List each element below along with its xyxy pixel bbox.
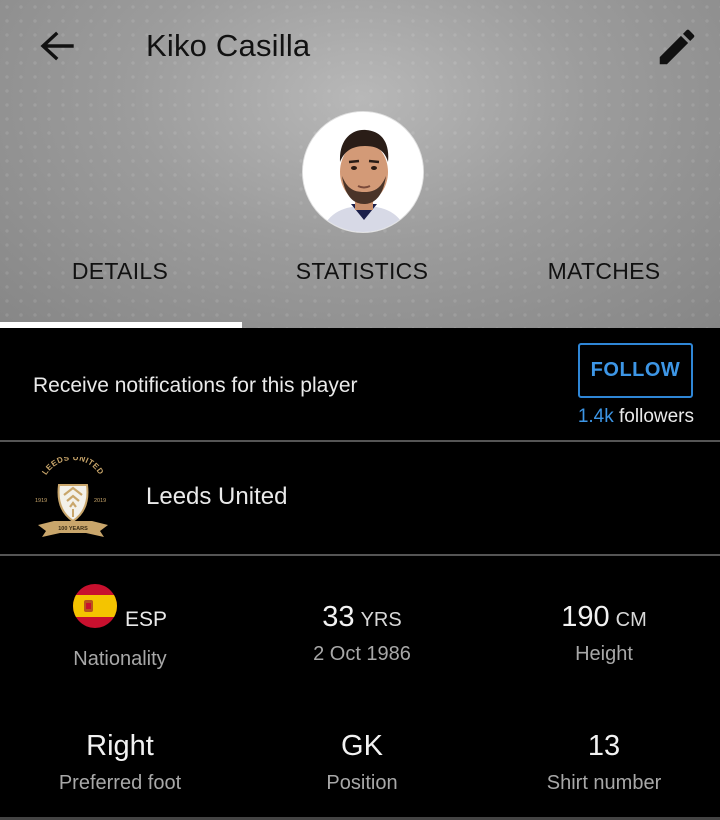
crest-banner-text: 100 YEARS [58,526,88,532]
back-button[interactable] [36,26,80,66]
notification-row: Receive notifications for this player FO… [0,330,720,440]
arrow-left-icon [40,31,74,61]
age-unit: YRS [360,609,402,631]
page-title: Kiko Casilla [146,28,311,63]
svg-text:LEEDS UNITED: LEEDS UNITED [40,457,105,477]
followers-number: 1.4k [577,406,614,427]
stat-height: 190 CM Height [484,601,720,666]
stat-age: 33 YRS 2 Oct 1986 [242,601,482,666]
edit-button[interactable] [654,24,700,70]
followers-count: 1.4k followers [578,406,694,428]
tab-details[interactable]: DETAILS [0,258,240,298]
height-value: 190 [561,601,610,633]
profile-header: Kiko Casilla DETAILS STATISTICS MATCHES [0,0,720,328]
shirt-value: 13 [587,730,621,762]
crest-year-left: 1919 [35,498,47,504]
stat-shirt-number: 13 Shirt number [484,730,720,795]
stat-label: Position [326,772,398,794]
crest-year-right: 2019 [94,498,106,504]
divider [0,554,720,556]
club-row[interactable]: LEEDS UNITED 1919 2019 100 YEARS Leeds U… [0,442,720,554]
followers-suffix: followers [613,406,694,427]
club-name: Leeds United [146,483,288,510]
stat-label: Nationality [73,648,167,670]
notification-text: Receive notifications for this player [33,374,358,397]
stat-position: GK Position [242,730,482,795]
age-value: 33 [322,601,355,633]
leeds-united-crest-icon: LEEDS UNITED 1919 2019 100 YEARS [35,457,108,537]
crest-club-text: LEEDS UNITED [40,457,105,477]
foot-value: Right [86,730,154,762]
pencil-icon [659,29,695,65]
tab-selected-indicator [0,322,242,328]
stat-label: Preferred foot [58,772,182,794]
stat-label: Height [575,643,633,665]
position-value: GK [341,730,383,762]
follow-button[interactable]: FOLLOW [578,343,693,398]
stat-nationality: ESP Nationality [0,584,240,671]
nationality-code: ESP [124,608,168,631]
birth-date: 2 Oct 1986 [313,643,411,665]
tab-statistics[interactable]: STATISTICS [242,258,482,298]
tab-matches[interactable]: MATCHES [484,258,720,298]
stat-label: Shirt number [546,772,662,794]
height-unit: CM [615,609,647,631]
stat-preferred-foot: Right Preferred foot [0,730,240,795]
player-avatar [302,111,424,233]
tab-bar: DETAILS STATISTICS MATCHES [0,258,720,328]
spain-flag-icon [72,584,117,628]
